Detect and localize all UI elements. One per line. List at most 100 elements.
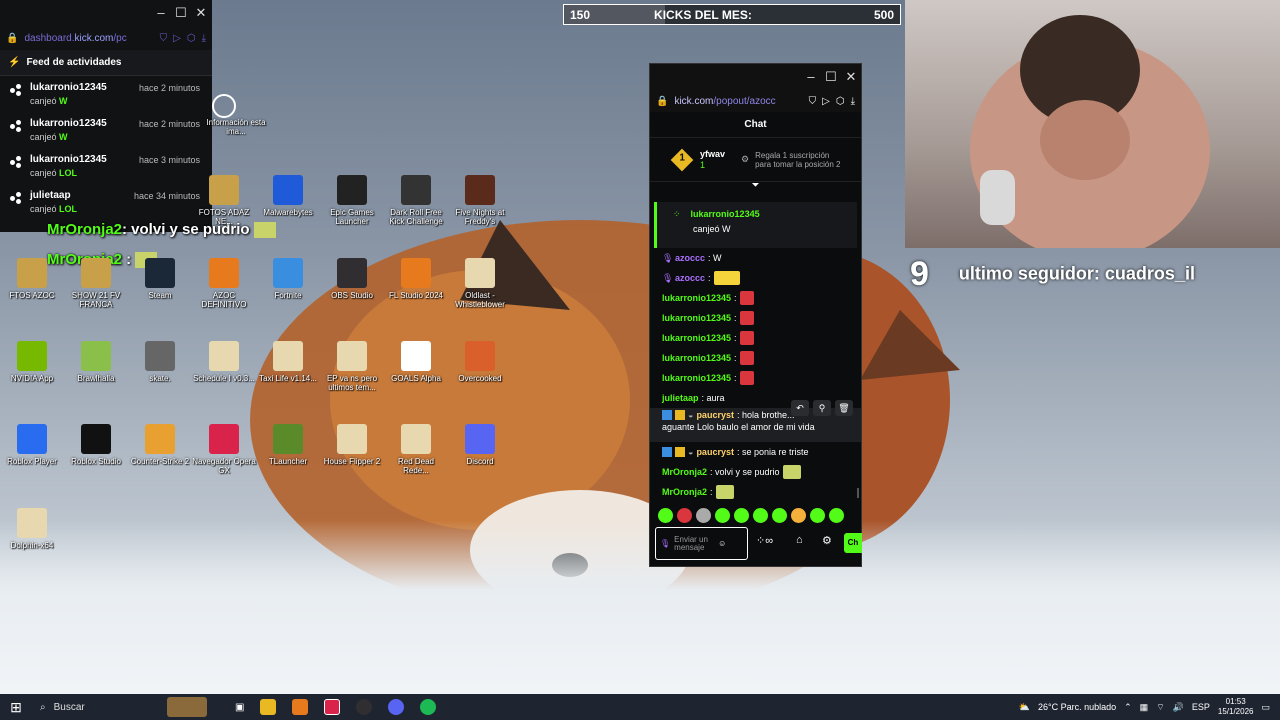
extension-icon[interactable]: ⬡ <box>836 96 845 107</box>
shield-icon[interactable]: ⛉ <box>160 33 168 44</box>
desktop-icon[interactable]: Dolphin-x64 <box>0 508 64 550</box>
minimize-icon[interactable]: – <box>802 69 820 84</box>
desktop-icon[interactable]: TLauncher <box>256 424 320 466</box>
notifications-icon[interactable]: ▭ <box>1261 702 1270 713</box>
channel-points[interactable]: ⁘∞ <box>756 534 773 547</box>
clock[interactable]: 01:53 15/1/2026 <box>1218 697 1254 717</box>
chat-input[interactable]: 🎙 Enviar un mensaje ☺ <box>655 527 748 560</box>
file-explorer-icon[interactable] <box>260 699 277 715</box>
info-icon[interactable] <box>212 94 236 118</box>
minimize-icon[interactable]: – <box>152 5 170 20</box>
emote-icon[interactable] <box>772 508 787 523</box>
desktop-icon[interactable]: Discord <box>448 424 512 466</box>
chat-message[interactable]: lukarronio12345: <box>650 308 861 328</box>
play-icon[interactable]: ▷ <box>173 33 181 44</box>
chat-message[interactable]: lukarronio12345: <box>650 328 861 348</box>
emote-icon[interactable] <box>810 508 825 523</box>
desktop-icon[interactable]: Malwarebytes <box>256 175 320 217</box>
store-icon[interactable]: ⌂ <box>796 534 803 546</box>
download-icon[interactable]: ⤓ <box>202 33 206 44</box>
obs-taskbar-icon[interactable] <box>356 699 373 715</box>
emote-icon[interactable] <box>677 508 692 523</box>
spotify-taskbar-icon[interactable] <box>420 699 437 715</box>
chat-send-button[interactable]: Ch <box>844 533 862 553</box>
desktop-icon[interactable]: Información esta ima... <box>204 118 268 136</box>
maximize-icon[interactable]: ☐ <box>822 69 840 85</box>
feed-url[interactable]: dashboard.kick.com/pc <box>24 33 153 44</box>
chat-message[interactable]: 🎙 azoccc: <box>650 268 861 288</box>
top-gifter-banner[interactable]: 1 yfwav 1 ⚙ Regala 1 suscripción para to… <box>650 138 861 182</box>
chat-message[interactable]: ◒ paucryst: hola brothe... aguante Lolo b… <box>650 400 861 442</box>
chat-url[interactable]: kick.com/popout/azocc <box>674 96 802 107</box>
delete-icon[interactable]: 🗑 <box>835 400 853 416</box>
desktop-icon[interactable]: FL Studio 2024 <box>384 258 448 300</box>
chat-message-list[interactable]: 🎙 azoccc: W 🎙 azoccc: lukarronio12345: lukarr… <box>650 248 861 502</box>
close-icon[interactable]: ✕ <box>842 69 860 85</box>
desktop-icon[interactable]: Counter-Strike 2 <box>128 424 192 466</box>
feed-item[interactable]: julietaap canjeó LOL hace 34 minutos <box>0 184 212 220</box>
discord-taskbar-icon[interactable] <box>388 699 405 715</box>
desktop-icon[interactable]: Taxi Life v1.14... <box>256 341 320 383</box>
desktop-icon[interactable]: EP va ns pero ultimos tem... <box>320 341 384 392</box>
desktop-icon[interactable]: NVIDIA App <box>0 341 64 383</box>
desktop-icon[interactable]: Steam <box>128 258 192 300</box>
desktop-icon[interactable]: Brawlhalla <box>64 341 128 383</box>
desktop-icon[interactable]: Navegador Opera GX <box>192 424 256 475</box>
feed-item[interactable]: lukarronio12345 canjeó W hace 2 minutos <box>0 76 212 112</box>
desktop-icon[interactable]: Oldlast - Whistleblower <box>448 258 512 309</box>
task-view-icon[interactable]: ▣ <box>235 702 244 713</box>
emote-icon[interactable] <box>734 508 749 523</box>
desktop-icon[interactable]: Schedule I v0.3... <box>192 341 256 383</box>
mic-icon[interactable]: 🎙 <box>660 539 670 548</box>
reply-icon[interactable]: ↶ <box>791 400 809 416</box>
desktop-icon[interactable]: Overcooked <box>448 341 512 383</box>
emote-icon[interactable] <box>791 508 806 523</box>
weather-text[interactable]: 26°C Parc. nublado <box>1038 702 1116 712</box>
chat-message[interactable]: 🎙 azoccc: W <box>650 248 861 268</box>
wifi-icon[interactable]: ⌔ <box>1156 702 1164 713</box>
emoji-icon[interactable]: ☺ <box>718 539 726 548</box>
maximize-icon[interactable]: ☐ <box>172 5 190 21</box>
settings-gear-icon[interactable]: ⚙ <box>822 534 832 547</box>
chat-message[interactable]: MrOronja2: <box>650 482 861 502</box>
desktop-icon[interactable]: Red Dead Rede... <box>384 424 448 475</box>
windows-start-icon[interactable]: ⊞ <box>0 699 32 716</box>
tray-chevron-icon[interactable]: ⌃ <box>1124 702 1132 713</box>
desktop-icon[interactable]: Roblox Player <box>0 424 64 466</box>
chat-message[interactable]: lukarronio12345: <box>650 288 861 308</box>
collapse-chevron-icon[interactable]: ⏷ <box>650 181 861 192</box>
emote-icon[interactable] <box>658 508 673 523</box>
chat-scrollbar[interactable] <box>857 488 859 498</box>
desktop-icon[interactable]: House Flipper 2 <box>320 424 384 466</box>
desktop-icon[interactable]: Fortnite <box>256 258 320 300</box>
desktop-icon[interactable]: Epic Games Launcher <box>320 175 384 226</box>
desktop-icon[interactable]: FOTOS ADAZ NE... <box>192 175 256 226</box>
desktop-icon[interactable]: skate. <box>128 341 192 383</box>
close-icon[interactable]: ✕ <box>192 5 210 21</box>
extension-icon[interactable]: ⬡ <box>187 33 196 44</box>
speaker-icon[interactable]: 🔊 <box>1173 702 1184 713</box>
desktop-icon[interactable]: OBS Studio <box>320 258 384 300</box>
desktop-icon[interactable]: Dark Roll Free Kick Challenge <box>384 175 448 226</box>
feed-urlbar[interactable]: 🔒 dashboard.kick.com/pc ⛉ ▷ ⬡ ⤓ <box>0 26 212 50</box>
fl-studio-taskbar-icon[interactable] <box>292 699 309 715</box>
play-icon[interactable]: ▷ <box>822 96 830 107</box>
desktop-icon[interactable]: GOALS Alpha <box>384 341 448 383</box>
desktop-icon[interactable]: FTOS AZOC <box>0 258 64 300</box>
desktop-icon[interactable]: Five Nights at Freddy's <box>448 175 512 226</box>
emote-icon[interactable] <box>696 508 711 523</box>
language-indicator[interactable]: ESP <box>1192 702 1210 712</box>
download-icon[interactable]: ⤓ <box>851 96 855 107</box>
chat-message[interactable]: lukarronio12345: <box>650 348 861 368</box>
pin-icon[interactable]: ⚲ <box>813 400 831 416</box>
weather-icon[interactable]: ⛅ <box>1019 702 1030 713</box>
chat-message[interactable]: lukarronio12345: <box>650 368 861 388</box>
chat-message[interactable]: ◒ paucryst: se ponia re triste <box>650 442 861 462</box>
tray-apps-icon[interactable]: ▦ <box>1140 702 1149 713</box>
emote-icon[interactable] <box>753 508 768 523</box>
desktop-icon[interactable]: Roblox Studio <box>64 424 128 466</box>
desktop-icon[interactable]: SHOW 21 FV FRANCA <box>64 258 128 309</box>
feed-item[interactable]: lukarronio12345 canjeó W hace 2 minutos <box>0 112 212 148</box>
chat-message[interactable]: MrOronja2: volvi y se pudrio <box>650 462 861 482</box>
emote-icon[interactable] <box>715 508 730 523</box>
